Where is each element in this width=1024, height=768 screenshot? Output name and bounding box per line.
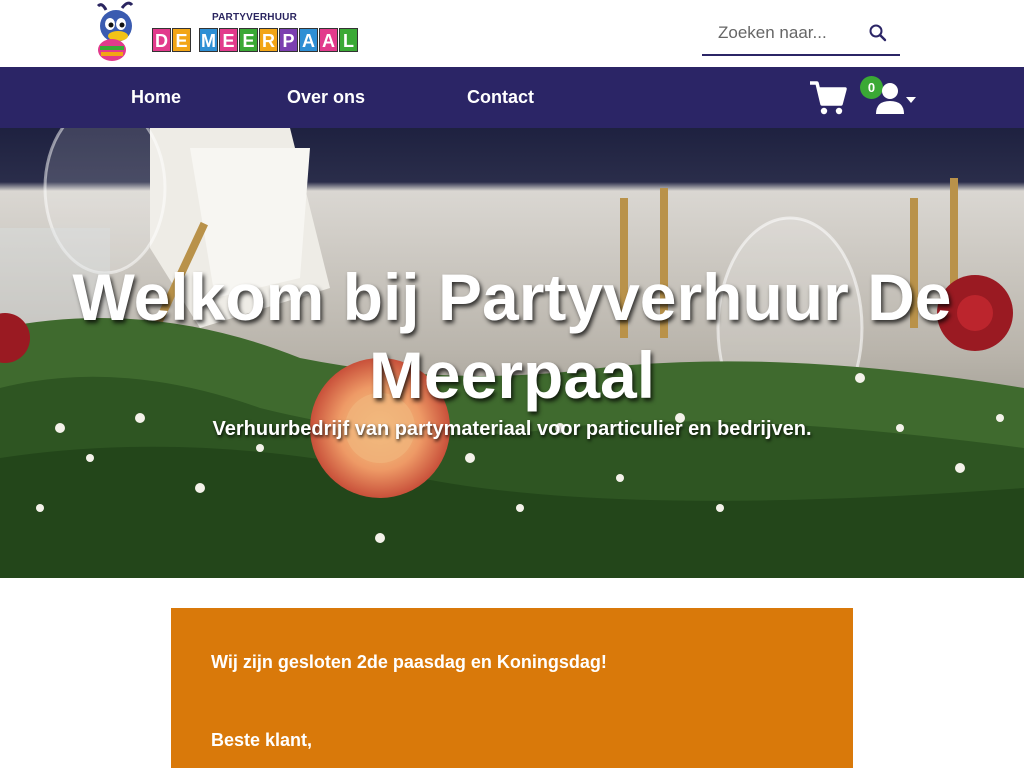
logo-letter: R <box>259 28 278 52</box>
logo-letter: E <box>239 28 258 52</box>
main-navbar: Home Over ons Contact 0 <box>0 67 1024 128</box>
logo-tagline: PARTYVERHUUR <box>212 12 297 23</box>
search-input[interactable] <box>702 12 862 54</box>
nav-over-ons[interactable]: Over ons <box>287 67 365 128</box>
notice-greeting: Beste klant, <box>211 730 313 750</box>
nav-home[interactable]: Home <box>131 67 181 128</box>
logo-letter: P <box>279 28 298 52</box>
logo-letter: D <box>152 28 171 52</box>
logo-letter <box>192 28 198 52</box>
logo-wordmark: DEMEERPAAL <box>152 28 358 52</box>
top-bar: PARTYVERHUUR DEMEERPAAL <box>0 0 1024 67</box>
search-box <box>702 12 900 56</box>
hero-subtitle: Verhuurbedrijf van partymateriaal voor p… <box>212 418 812 440</box>
logo-letter: L <box>339 28 358 52</box>
hero-banner: Welkom bij Partyverhuur De Meerpaal Verh… <box>0 128 1024 578</box>
search-icon[interactable] <box>868 23 888 43</box>
nav-contact[interactable]: Contact <box>467 67 534 128</box>
bee-mascot-icon <box>96 1 134 61</box>
hero-title: Welkom bij Partyverhuur De Meerpaal <box>72 260 952 412</box>
logo-letter: M <box>199 28 218 52</box>
notice-title: Wij zijn gesloten 2de paasdag en Konings… <box>211 652 607 672</box>
logo-letter: A <box>319 28 338 52</box>
logo-letter: E <box>172 28 191 52</box>
user-icon[interactable] <box>874 81 918 115</box>
closing-notice: Wij zijn gesloten 2de paasdag en Konings… <box>171 608 853 768</box>
chevron-down-icon <box>906 97 916 103</box>
cart-icon[interactable] <box>808 80 848 116</box>
logo-letter: E <box>219 28 238 52</box>
logo-letter: A <box>299 28 318 52</box>
site-logo[interactable]: PARTYVERHUUR DEMEERPAAL <box>92 0 358 62</box>
